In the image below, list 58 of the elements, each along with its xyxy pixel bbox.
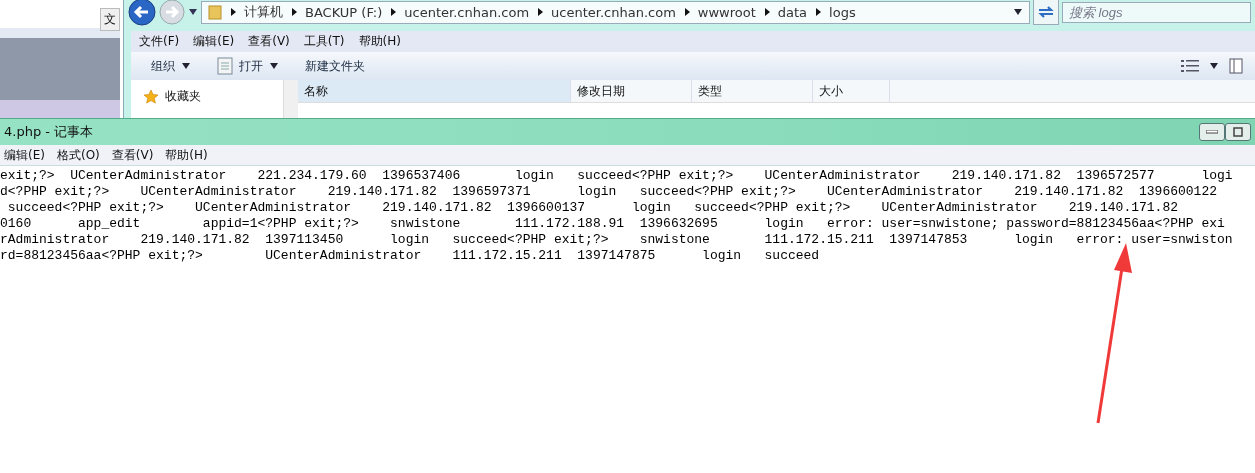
caret-icon[interactable] bbox=[188, 8, 198, 16]
scrollbar[interactable] bbox=[283, 80, 298, 120]
menu-item[interactable]: 帮助(H) bbox=[358, 33, 401, 50]
notepad-icon bbox=[217, 57, 233, 75]
window-title: 4.php - 记事本 bbox=[4, 123, 94, 141]
caret-icon bbox=[269, 63, 279, 69]
menu-item[interactable]: 查看(V) bbox=[111, 146, 154, 164]
breadcrumb-item[interactable]: logs bbox=[829, 4, 856, 20]
star-icon bbox=[143, 88, 159, 105]
folder-icon bbox=[208, 4, 222, 20]
back-icon[interactable] bbox=[128, 0, 156, 26]
refresh-icon[interactable] bbox=[1033, 0, 1059, 25]
text-line: exit;?> UCenterAdministrator 221.234.179.60 1396537406 login succeed<?PHP exit;?> UCenterAdministrator 219.140.171.82 1396572577 logi bbox=[0, 168, 1234, 184]
toolbar-button[interactable]: 打开 bbox=[209, 55, 287, 77]
chevron-icon bbox=[230, 8, 236, 16]
restore-icon bbox=[1233, 127, 1243, 137]
toolbar-button[interactable]: 组织 bbox=[143, 55, 199, 77]
window-tab[interactable]: 文 bbox=[100, 8, 120, 31]
breadcrumb-item[interactable]: ucenter.cnhan.com bbox=[551, 4, 676, 20]
search-field[interactable]: 搜索 logs bbox=[1062, 1, 1251, 23]
text-line: rd=88123456aa<?PHP exit;?> UCenterAdministrator 111.172.15.211 1397147875 login succeed bbox=[0, 248, 821, 264]
column-header[interactable]: 名称 bbox=[298, 80, 571, 102]
column-header[interactable]: 修改日期 bbox=[571, 80, 692, 102]
breadcrumb-item[interactable]: 计算机 bbox=[244, 3, 283, 21]
breadcrumb-item[interactable]: BACKUP (F:) bbox=[305, 4, 383, 20]
chevron-icon bbox=[537, 8, 544, 16]
minimize-button[interactable] bbox=[1199, 123, 1225, 141]
address-bar[interactable]: 计算机 BACKUP (F:) ucenter.cnhan.com ucenter.cnhan.com wwwroot data logs bbox=[201, 0, 1030, 24]
chevron-icon bbox=[683, 8, 690, 16]
chevron-icon bbox=[291, 8, 297, 16]
maximize-button[interactable] bbox=[1225, 123, 1251, 141]
breadcrumb-item[interactable]: wwwroot bbox=[697, 4, 756, 20]
column-header[interactable]: 类型 bbox=[692, 80, 813, 102]
text-line: rAdministrator 219.140.171.82 1397113450 login succeed<?PHP exit;?> snwistone 111.172.15.211 1397147853 login error: user=snwiston bbox=[0, 232, 1234, 248]
nav-item[interactable]: 收藏夹 bbox=[143, 88, 283, 105]
column-header[interactable]: 大小 bbox=[813, 80, 890, 102]
caret-icon bbox=[181, 63, 191, 69]
dropdown-icon[interactable] bbox=[1013, 8, 1023, 16]
menu-item[interactable]: 编辑(E) bbox=[193, 33, 235, 50]
breadcrumb-item[interactable]: ucenter.cnhan.com bbox=[404, 4, 530, 20]
menu-item[interactable]: 编辑(E) bbox=[4, 146, 45, 164]
minimize-icon bbox=[1206, 130, 1218, 134]
menu-item[interactable]: 帮助(H) bbox=[165, 146, 208, 164]
chevron-icon bbox=[390, 8, 397, 16]
caret-icon[interactable] bbox=[1209, 63, 1219, 69]
menu-item[interactable]: 查看(V) bbox=[248, 33, 290, 50]
breadcrumb-item[interactable]: data bbox=[777, 4, 808, 20]
text-line: succeed<?PHP exit;?> UCenterAdministrator 219.140.171.82 1396600137 login succeed<?PHP exit;?> UCenterAdministrator 219.140.171.82 bbox=[6, 200, 1179, 216]
text-line: 0160 app_edit appid=1<?PHP exit;?> snwistone 111.172.188.91 1396632695 login error: user=snwistone; password=88123456aa<?PHP exi bbox=[0, 216, 1226, 232]
menu-item[interactable]: 工具(T) bbox=[303, 33, 345, 50]
menu-item[interactable]: 文件(F) bbox=[139, 33, 180, 50]
pane-icon[interactable] bbox=[1229, 58, 1243, 74]
menu-item[interactable]: 格式(O) bbox=[56, 146, 100, 164]
chevron-icon bbox=[763, 8, 770, 16]
toolbar-button[interactable]: 新建文件夹 bbox=[297, 55, 373, 77]
view-icon[interactable] bbox=[1181, 59, 1199, 73]
text-line: d<?PHP exit;?> UCenterAdministrator 219.140.171.82 1396597371 login succeed<?PHP exit;?> UCenterAdministrator 219.140.171.82 1396600122 bbox=[0, 184, 1218, 200]
chevron-icon bbox=[815, 8, 822, 16]
